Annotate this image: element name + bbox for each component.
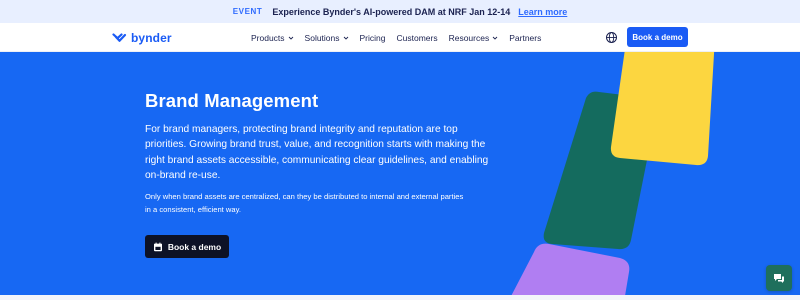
nav-item-label: Partners (509, 32, 542, 43)
decorative-brand-shapes (511, 52, 715, 295)
logo-text: bynder (131, 30, 172, 45)
chevron-down-icon (343, 36, 348, 40)
bynder-logo-icon (112, 32, 127, 42)
nav-item-customers[interactable]: Customers (397, 33, 438, 43)
nav-item-label: Customers (396, 32, 438, 43)
chevron-down-icon (288, 36, 293, 40)
chevron-down-icon (492, 36, 498, 40)
hero-cta-label: Book a demo (167, 241, 222, 252)
nav-item-partners[interactable]: Partners (509, 33, 541, 43)
page-bottom-edge (0, 295, 800, 300)
announcement-bar: EVENT Experience Bynder's AI-powered DAM… (0, 0, 800, 23)
nav-item-label: Solutions (304, 32, 340, 43)
hero-lead-text: For brand managers, protecting brand int… (145, 124, 489, 182)
nav-item-label: Pricing (359, 32, 386, 43)
nav-book-demo-button[interactable]: Book a demo (627, 27, 688, 47)
hero-sub-text: Only when brand assets are centralized, … (145, 192, 464, 214)
page-title: Brand Management (145, 90, 319, 111)
nav-item-solutions[interactable]: Solutions (305, 33, 349, 43)
nav-menu: Products Solutions Pricing Customers Res… (251, 23, 552, 52)
learn-more-link[interactable]: Learn more (518, 7, 567, 17)
nav-item-products[interactable]: Products (251, 33, 294, 43)
nav-item-resources[interactable]: Resources (449, 33, 499, 43)
nav-item-label: Products (251, 32, 285, 43)
yellow-card-shape (610, 52, 715, 166)
nav-item-label: Resources (448, 32, 490, 43)
hero-section: Brand Management For brand managers, pro… (0, 52, 800, 295)
hero-book-demo-button[interactable]: Book a demo (145, 235, 229, 258)
bynder-logo[interactable]: bynder (112, 30, 172, 45)
nav-item-pricing[interactable]: Pricing (360, 33, 386, 43)
chat-icon (774, 273, 784, 283)
chat-widget-button[interactable] (766, 265, 792, 291)
calendar-icon (153, 242, 162, 251)
event-tag: EVENT (232, 7, 263, 16)
announcement-message: Experience Bynder's AI-powered DAM at NR… (272, 6, 511, 17)
purple-card-shape (511, 243, 630, 295)
globe-icon[interactable] (605, 31, 618, 44)
main-nav: bynder Products Solutions Pricing Custom… (0, 23, 800, 52)
